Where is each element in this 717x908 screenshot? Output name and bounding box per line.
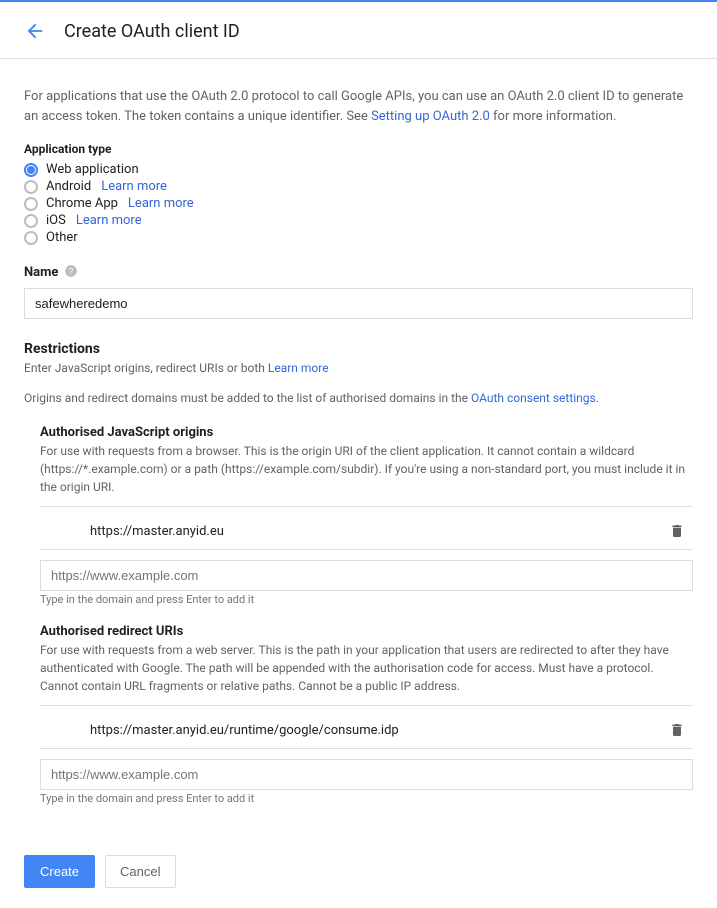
redirect-uri-entry: https://master.anyid.eu/runtime/google/c… — [40, 712, 693, 749]
redirect-uris-title: Authorised redirect URIs — [40, 624, 693, 639]
js-origin-value: https://master.anyid.eu — [90, 524, 224, 539]
setup-oauth-link[interactable]: Setting up OAuth 2.0 — [371, 109, 490, 124]
restrictions-title: Restrictions — [24, 341, 693, 357]
redirect-uri-value: https://master.anyid.eu/runtime/google/c… — [90, 723, 399, 738]
intro-text: For applications that use the OAuth 2.0 … — [24, 87, 693, 126]
restrictions-subtitle: Enter JavaScript origins, redirect URIs … — [24, 359, 693, 377]
radio-icon[interactable] — [24, 197, 38, 211]
learn-more-link[interactable]: Learn more — [76, 213, 142, 228]
js-origins-title: Authorised JavaScript origins — [40, 425, 693, 440]
name-input[interactable] — [24, 288, 693, 319]
radio-ios[interactable]: iOS Learn more — [24, 213, 693, 228]
create-button[interactable]: Create — [24, 855, 95, 888]
radio-icon[interactable] — [24, 180, 38, 194]
oauth-consent-link[interactable]: OAuth consent settings — [471, 391, 596, 405]
redirect-uris-desc: For use with requests from a web server.… — [40, 641, 693, 695]
redirect-uri-hint: Type in the domain and press Enter to ad… — [40, 792, 693, 805]
radio-other[interactable]: Other — [24, 230, 693, 245]
svg-text:?: ? — [69, 267, 74, 276]
name-label: Name — [24, 265, 58, 280]
delete-icon[interactable] — [669, 523, 685, 539]
learn-more-link[interactable]: Learn more — [128, 196, 194, 211]
cancel-button[interactable]: Cancel — [105, 855, 175, 888]
js-origin-input[interactable] — [40, 560, 693, 591]
radio-web-application[interactable]: Web application — [24, 162, 693, 177]
back-arrow-icon[interactable] — [24, 20, 46, 42]
radio-android[interactable]: Android Learn more — [24, 179, 693, 194]
redirect-uri-input[interactable] — [40, 759, 693, 790]
help-icon[interactable]: ? — [64, 263, 78, 282]
page-title: Create OAuth client ID — [64, 21, 240, 42]
radio-icon[interactable] — [24, 214, 38, 228]
js-origins-desc: For use with requests from a browser. Th… — [40, 442, 693, 496]
radio-icon[interactable] — [24, 163, 38, 177]
js-origins-block: Authorised JavaScript origins For use wi… — [40, 425, 693, 606]
delete-icon[interactable] — [669, 722, 685, 738]
radio-chrome-app[interactable]: Chrome App Learn more — [24, 196, 693, 211]
js-origin-entry: https://master.anyid.eu — [40, 513, 693, 550]
app-type-radio-group: Web application Android Learn more Chrom… — [24, 162, 693, 245]
js-origin-hint: Type in the domain and press Enter to ad… — [40, 593, 693, 606]
learn-more-link[interactable]: Learn more — [101, 179, 167, 194]
consent-note: Origins and redirect domains must be add… — [24, 389, 693, 407]
radio-icon[interactable] — [24, 231, 38, 245]
redirect-uris-block: Authorised redirect URIs For use with re… — [40, 624, 693, 805]
learn-more-link[interactable]: Learn more — [268, 361, 329, 375]
app-type-label: Application type — [24, 142, 693, 156]
